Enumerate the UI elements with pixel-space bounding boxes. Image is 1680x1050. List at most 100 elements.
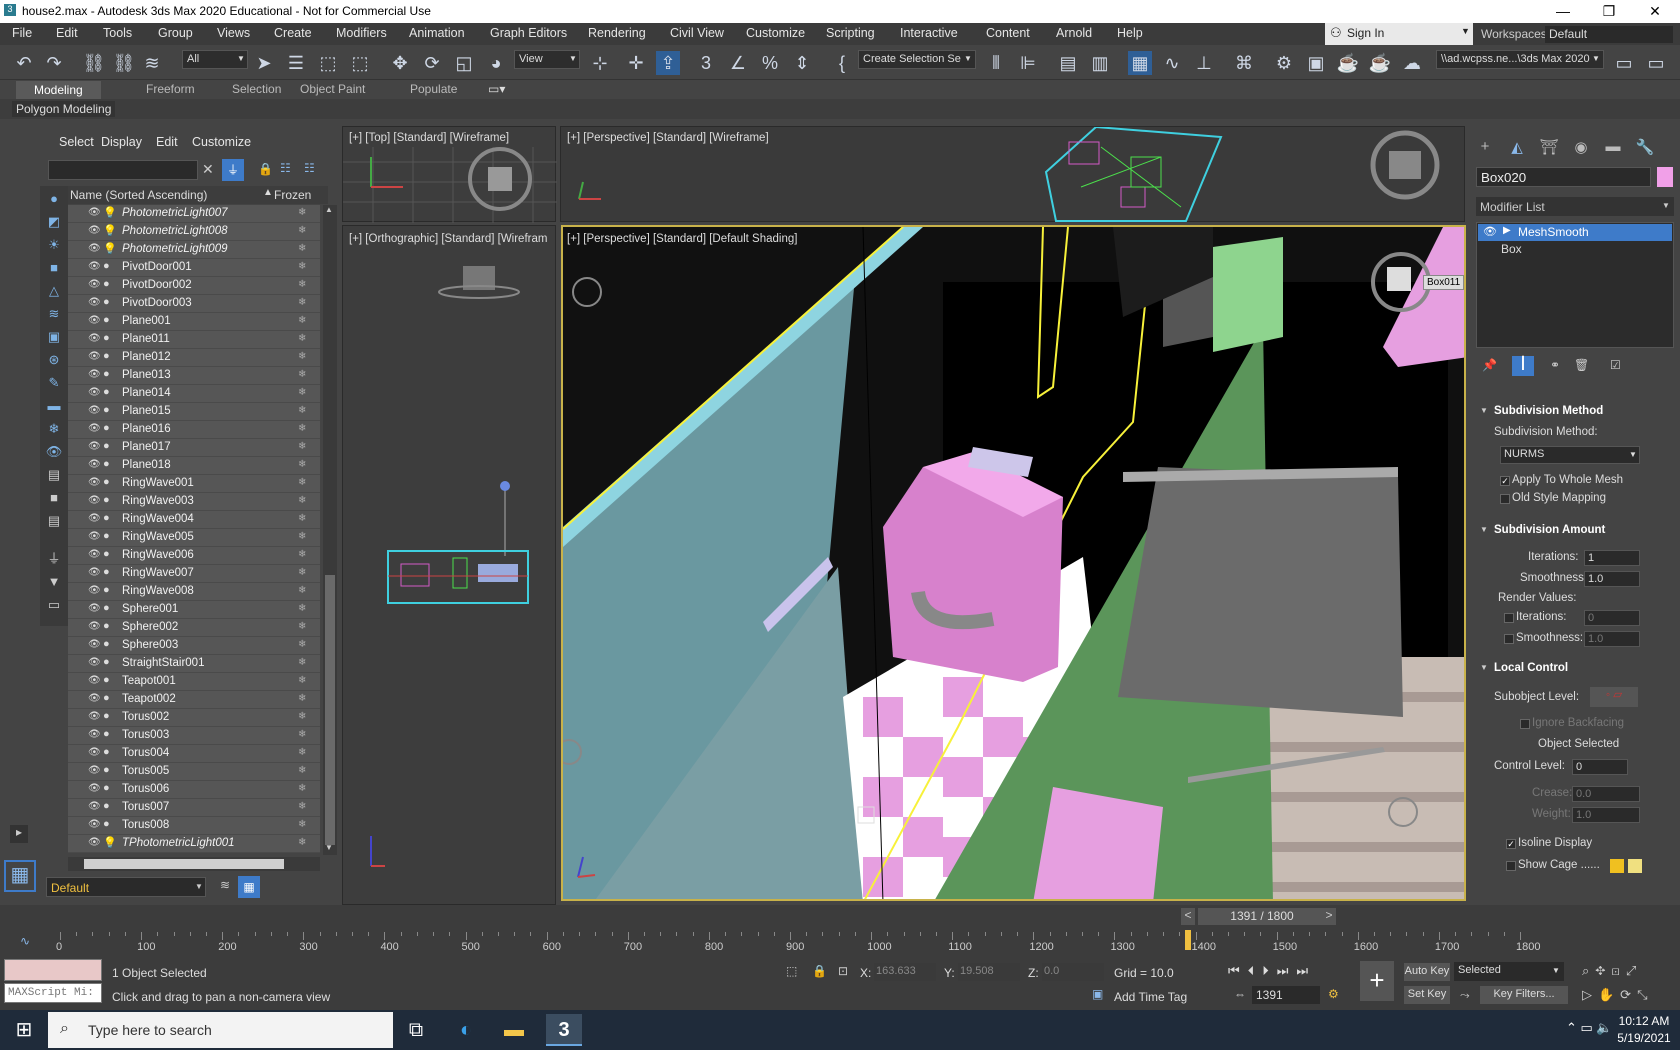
list-item[interactable]: 👁 ● Torus002 ❄ <box>68 709 320 727</box>
hierarchy-icon[interactable]: ☷ <box>280 161 291 175</box>
list-item[interactable]: 👁 ● Plane011 ❄ <box>68 331 320 349</box>
render-dot-icon[interactable]: ● <box>103 620 110 632</box>
list-item[interactable]: 👁 ● PivotDoor003 ❄ <box>68 295 320 313</box>
light-bulb-icon[interactable]: 💡 <box>103 836 117 849</box>
menu-scripting[interactable]: Scripting <box>826 26 875 40</box>
move-icon[interactable]: ✥ <box>388 51 412 75</box>
frozen-icon[interactable]: ❄ <box>298 639 306 650</box>
list-item[interactable]: 👁 ● Plane018 ❄ <box>68 457 320 475</box>
align-icon[interactable]: ⊫ <box>1016 51 1040 75</box>
visibility-eye-icon[interactable]: 👁 <box>88 243 101 254</box>
time-slider[interactable]: 1391 / 1800 <box>1198 908 1326 925</box>
select-object-icon[interactable]: ➤ <box>252 51 276 75</box>
menu-arnold[interactable]: Arnold <box>1056 26 1092 40</box>
frozen-icon[interactable]: ❄ <box>298 243 306 254</box>
menu-help[interactable]: Help <box>1117 26 1143 40</box>
sort-ascending-icon[interactable]: ▲ <box>263 187 273 198</box>
visibility-eye-icon[interactable]: 👁 <box>88 801 101 812</box>
viewport-perspective-main[interactable]: [+] [Perspective] [Standard] [Default Sh… <box>561 225 1466 901</box>
percent-snap-icon[interactable]: % <box>758 51 782 75</box>
frozen-icon[interactable]: ❄ <box>298 675 306 686</box>
render-dot-icon[interactable]: ● <box>103 260 110 272</box>
rollout-title[interactable]: Subdivision Amount <box>1494 524 1605 536</box>
render-in-cloud-icon[interactable]: ☁ <box>1400 51 1424 75</box>
select-by-name-icon[interactable]: ☰ <box>284 51 308 75</box>
render-iterations-spinner[interactable]: 0 <box>1584 610 1640 626</box>
pin-stack-icon[interactable]: 📌 <box>1482 358 1497 372</box>
frozen-icon[interactable]: ❄ <box>298 387 306 398</box>
list-item[interactable]: 👁 ● Torus007 ❄ <box>68 799 320 817</box>
list-item[interactable]: 👁 💡 TPhotometricLight001 ❄ <box>68 835 320 853</box>
list-item[interactable]: 👁 ● RingWave005 ❄ <box>68 529 320 547</box>
visibility-eye-icon[interactable]: 👁 <box>88 495 101 506</box>
menu-animation[interactable]: Animation <box>409 26 465 40</box>
display-none-icon[interactable]: ■ <box>45 489 63 507</box>
light-bulb-icon[interactable]: 💡 <box>103 224 117 237</box>
frozen-icon[interactable]: ❄ <box>298 801 306 812</box>
visibility-eye-icon[interactable]: 👁 <box>88 621 101 632</box>
angle-snap-icon[interactable]: ∠ <box>726 51 750 75</box>
render-dot-icon[interactable]: ● <box>103 386 110 398</box>
spinner-snap-icon[interactable]: ⇕ <box>790 51 814 75</box>
smoothness-spinner[interactable]: 1.0 <box>1584 571 1640 587</box>
weight-spinner[interactable]: 1.0 <box>1572 807 1640 823</box>
list-item[interactable]: 👁 ● Torus005 ❄ <box>68 763 320 781</box>
list-item[interactable]: 👁 ● Plane012 ❄ <box>68 349 320 367</box>
scroll-down-icon[interactable]: ▼ <box>325 843 333 852</box>
collapse-icon[interactable]: ▼ <box>1480 406 1488 415</box>
iterations-spinner[interactable]: 1 <box>1584 550 1640 566</box>
filter-icon[interactable]: ▼ <box>45 573 63 591</box>
list-item[interactable]: 👁 ● Teapot002 ❄ <box>68 691 320 709</box>
set-key-big-button[interactable]: + <box>1360 961 1394 1001</box>
list-item[interactable]: 👁 ● RingWave008 ❄ <box>68 583 320 601</box>
list-item[interactable]: 👁 ● Plane014 ❄ <box>68 385 320 403</box>
menu-views[interactable]: Views <box>217 26 250 40</box>
render-dot-icon[interactable]: ● <box>103 440 110 452</box>
collapse-icon[interactable]: ▼ <box>1480 663 1488 672</box>
layer-hierarchy-icon[interactable]: ☷ <box>304 161 315 175</box>
group-filter-icon[interactable]: ▣ <box>45 328 63 346</box>
apply-whole-mesh-checkbox[interactable]: ✓ <box>1500 476 1510 486</box>
hierarchy-tab-icon[interactable]: ⛩ <box>1538 138 1560 160</box>
toggle-ribbon-icon[interactable]: ▦ <box>1128 51 1152 75</box>
rendered-frame-icon[interactable]: ▣ <box>1304 51 1328 75</box>
windows-start-icon[interactable]: ⊞ <box>6 1014 42 1046</box>
list-item[interactable]: 👁 ● PivotDoor001 ❄ <box>68 259 320 277</box>
visibility-eye-icon[interactable]: 👁 <box>88 531 101 542</box>
list-item[interactable]: 👁 💡 PhotometricLight009 ❄ <box>68 241 320 259</box>
polygon-modeling-panel[interactable]: Polygon Modeling <box>12 101 116 117</box>
open-explorer-icon[interactable]: ▭ <box>1612 51 1636 75</box>
tab-object-paint[interactable]: Object Paint <box>300 82 365 96</box>
render-dot-icon[interactable]: ● <box>103 818 110 830</box>
frozen-icon[interactable]: ❄ <box>298 819 306 830</box>
frozen-icon[interactable]: ❄ <box>298 405 306 416</box>
tab-selection[interactable]: Selection <box>232 82 281 96</box>
remove-modifier-icon[interactable]: 🗑 <box>1574 358 1589 372</box>
tab-modeling[interactable]: Modeling <box>16 81 101 99</box>
spacewarp-filter-icon[interactable]: ≋ <box>45 305 63 323</box>
viewport-nav-bottom[interactable]: ▷✋⟳⤡ <box>1582 987 1653 1003</box>
pivot-icon[interactable]: ⊹ <box>588 51 612 75</box>
lock-icon[interactable]: 🔒 <box>258 162 273 176</box>
column-name[interactable]: Name (Sorted Ascending) <box>70 188 207 202</box>
menu-group[interactable]: Group <box>158 26 193 40</box>
helper-filter-icon[interactable]: △ <box>45 282 63 300</box>
select-manipulate-icon[interactable]: ✛ <box>624 51 648 75</box>
visibility-eye-icon[interactable]: 👁 <box>88 369 101 380</box>
frozen-icon[interactable]: ❄ <box>298 747 306 758</box>
render-smoothness-spinner[interactable]: 1.0 <box>1584 631 1640 647</box>
frozen-icon[interactable]: ❄ <box>298 351 306 362</box>
frozen-icon[interactable]: ❄ <box>298 333 306 344</box>
hidden-filter-icon[interactable]: 👁 <box>45 443 63 461</box>
visibility-eye-icon[interactable]: 👁 <box>88 351 101 362</box>
visibility-eye-icon[interactable]: 👁 <box>88 657 101 668</box>
named-selection-dropdown[interactable]: Create Selection Se ▼ <box>858 50 976 69</box>
visibility-eye-icon[interactable]: 👁 <box>88 693 101 704</box>
rollout-title[interactable]: Subdivision Method <box>1494 405 1603 417</box>
modify-tab-icon[interactable]: ◭ <box>1506 138 1528 160</box>
visibility-eye-icon[interactable]: 👁 <box>88 207 101 218</box>
expand-arrow-icon[interactable]: ▸ <box>10 825 28 843</box>
render-dot-icon[interactable]: ● <box>103 584 110 596</box>
render-dot-icon[interactable]: ● <box>103 530 110 542</box>
project-path-dropdown[interactable]: \\ad.wcpss.ne...\3ds Max 2020 ▼ <box>1436 50 1604 69</box>
